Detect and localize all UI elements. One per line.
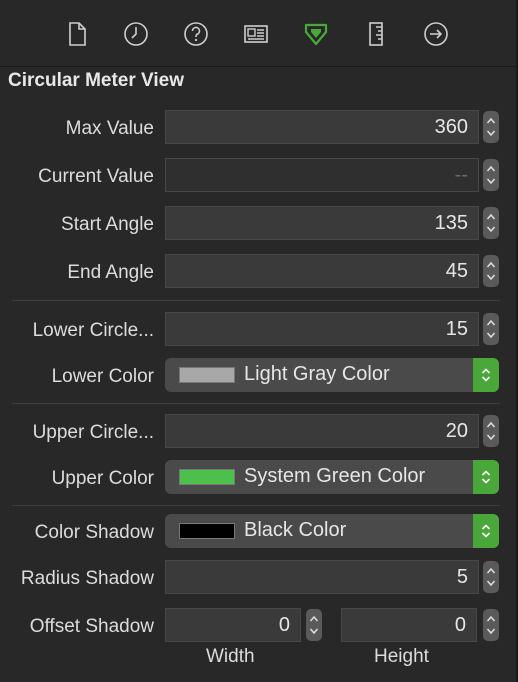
popup-chevron-icon: [473, 460, 499, 494]
end-angle-field[interactable]: 45: [165, 254, 479, 288]
color-shadow-row: Color Shadow Black Color: [0, 514, 516, 550]
upper-circle-label: Upper Circle...: [32, 422, 154, 443]
max-value-row: Max Value 360: [0, 110, 516, 146]
identity-icon[interactable]: [240, 18, 272, 50]
radius-shadow-label: Radius Shadow: [20, 568, 154, 589]
current-value-label: Current Value: [38, 166, 154, 187]
start-angle-label: Start Angle: [61, 214, 154, 235]
divider: [12, 505, 500, 506]
lower-circle-label: Lower Circle...: [32, 320, 154, 341]
inspector-toolbar: [0, 0, 516, 67]
end-angle-stepper[interactable]: [483, 255, 499, 287]
color-swatch: [179, 523, 235, 539]
attributes-icon[interactable]: [300, 18, 332, 50]
color-shadow-value: Black Color: [244, 519, 347, 541]
lower-color-label: Lower Color: [51, 366, 154, 387]
offset-height-field[interactable]: 0: [341, 608, 477, 642]
upper-color-popup[interactable]: System Green Color: [165, 460, 499, 494]
offset-width-stepper[interactable]: [306, 609, 322, 641]
current-value-stepper[interactable]: [483, 159, 499, 191]
connections-icon[interactable]: [420, 18, 452, 50]
start-angle-field[interactable]: 135: [165, 206, 479, 240]
popup-chevron-icon: [473, 358, 499, 392]
offset-shadow-row: Offset Shadow 0 0: [0, 608, 516, 644]
upper-color-row: Upper Color System Green Color: [0, 460, 516, 496]
radius-shadow-field[interactable]: 5: [165, 560, 479, 594]
clock-icon[interactable]: [120, 18, 152, 50]
divider: [12, 300, 500, 301]
lower-circle-field[interactable]: 15: [165, 312, 479, 346]
current-value-field[interactable]: --: [165, 158, 479, 192]
offset-height-label: Height: [374, 646, 429, 667]
current-value-row: Current Value --: [0, 158, 516, 194]
max-value-stepper[interactable]: [483, 111, 499, 143]
lower-color-value: Light Gray Color: [244, 363, 390, 385]
lower-color-row: Lower Color Light Gray Color: [0, 358, 516, 394]
lower-circle-row: Lower Circle... 15: [0, 312, 516, 348]
start-angle-stepper[interactable]: [483, 207, 499, 239]
divider: [12, 403, 500, 404]
upper-circle-field[interactable]: 20: [165, 414, 479, 448]
max-value-field[interactable]: 360: [165, 110, 479, 144]
end-angle-label: End Angle: [67, 262, 154, 283]
color-swatch: [179, 469, 235, 485]
ruler-icon[interactable]: [360, 18, 392, 50]
end-angle-row: End Angle 45: [0, 254, 516, 290]
upper-color-value: System Green Color: [244, 465, 426, 487]
lower-color-popup[interactable]: Light Gray Color: [165, 358, 499, 392]
lower-circle-stepper[interactable]: [483, 313, 499, 345]
color-swatch: [179, 367, 235, 383]
radius-shadow-row: Radius Shadow 5: [0, 560, 516, 596]
section-title: Circular Meter View: [8, 70, 185, 91]
color-shadow-popup[interactable]: Black Color: [165, 514, 499, 548]
max-value-label: Max Value: [65, 118, 154, 139]
upper-circle-stepper[interactable]: [483, 415, 499, 447]
start-angle-row: Start Angle 135: [0, 206, 516, 242]
file-icon[interactable]: [61, 18, 93, 50]
offset-shadow-label: Offset Shadow: [29, 616, 154, 637]
radius-shadow-stepper[interactable]: [483, 561, 499, 593]
help-icon[interactable]: [180, 18, 212, 50]
upper-color-label: Upper Color: [51, 468, 154, 489]
offset-height-stepper[interactable]: [483, 609, 499, 641]
upper-circle-row: Upper Circle... 20: [0, 414, 516, 450]
offset-width-label: Width: [206, 646, 255, 667]
popup-chevron-icon: [473, 514, 499, 548]
color-shadow-label: Color Shadow: [34, 522, 154, 543]
offset-width-field[interactable]: 0: [165, 608, 301, 642]
